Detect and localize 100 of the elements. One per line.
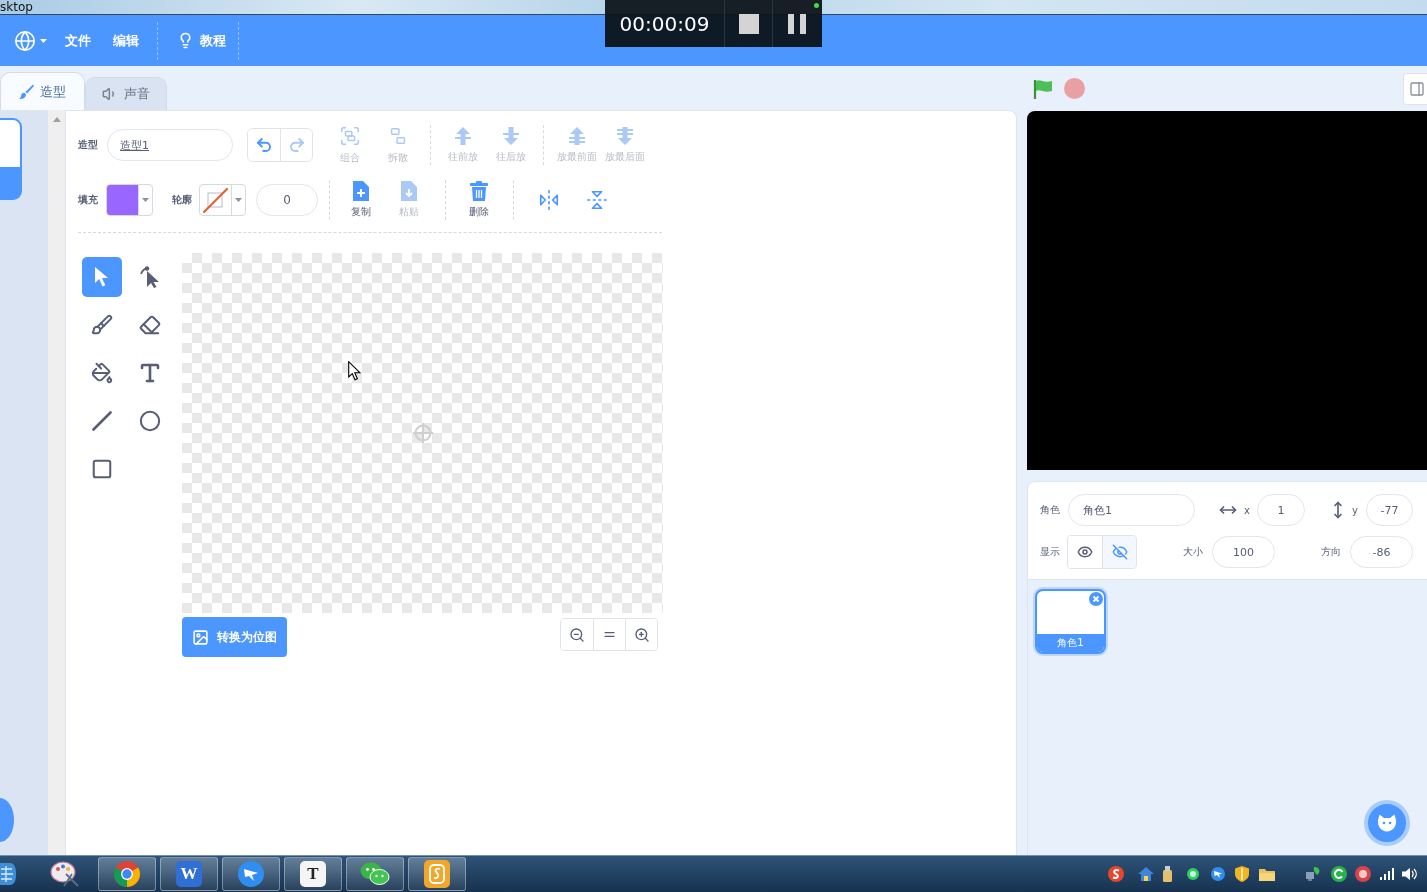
flip-vertical-icon xyxy=(586,189,608,211)
editor-tab[interactable]: 造型 xyxy=(0,72,85,110)
swirl-badge-icon[interactable] xyxy=(1108,866,1124,882)
field-label: 大小 xyxy=(1183,545,1204,559)
field-label: y xyxy=(1352,504,1359,516)
volume-icon[interactable] xyxy=(1402,867,1417,881)
eraser-icon xyxy=(139,314,161,336)
type-icon xyxy=(138,361,162,385)
cursor-badge-icon xyxy=(238,861,264,887)
flag-icon[interactable] xyxy=(1033,78,1053,99)
scroll-up-icon xyxy=(52,117,61,122)
direction-input[interactable]: -86 xyxy=(1350,536,1413,568)
brush-icon xyxy=(91,314,113,336)
palette-icon xyxy=(50,860,80,888)
panel-icon xyxy=(1409,80,1425,97)
status-dot-icon[interactable] xyxy=(1187,868,1199,880)
menu-item[interactable]: 编辑 xyxy=(102,23,150,58)
shield-icon[interactable] xyxy=(1235,866,1249,882)
browser-icon xyxy=(114,861,140,887)
caret-icon xyxy=(142,198,149,202)
trash-icon xyxy=(470,181,488,201)
window-title: sktop xyxy=(0,0,33,14)
line-icon xyxy=(92,411,112,431)
field-label: 角色 xyxy=(1040,503,1061,517)
redo-icon xyxy=(287,136,306,154)
eye-icon xyxy=(1077,544,1093,560)
tutorials-button[interactable]: 教程 xyxy=(166,23,237,58)
taskbar-button[interactable]: W xyxy=(160,857,218,891)
arrow-up-lines-icon xyxy=(567,126,587,146)
field-label: 显示 xyxy=(1040,545,1061,559)
menu-item[interactable]: 文件 xyxy=(54,23,102,58)
caret-icon xyxy=(235,198,242,202)
close-icon[interactable] xyxy=(1089,592,1103,606)
taskbar-button[interactable] xyxy=(222,857,280,891)
flip-horizontal-icon xyxy=(538,189,560,211)
paint-bucket-icon xyxy=(91,362,113,384)
square-icon xyxy=(91,458,113,480)
field-label: x xyxy=(1244,504,1251,516)
globe-icon xyxy=(14,29,36,52)
arrow-down-lines-icon xyxy=(615,126,635,146)
pause-icon xyxy=(788,13,806,34)
file-plus-icon xyxy=(353,181,369,201)
zoom-in-button[interactable] xyxy=(625,619,657,650)
delete-button[interactable]: 删除 xyxy=(455,180,503,220)
refresh-icon[interactable] xyxy=(1331,866,1347,882)
taskbar-button[interactable]: T xyxy=(284,857,342,891)
y-input[interactable]: -77 xyxy=(1366,494,1413,526)
zoom-out-icon xyxy=(569,626,585,643)
field-label: 造型 xyxy=(78,138,99,152)
text-app-icon: T xyxy=(300,861,326,887)
caret-icon xyxy=(40,38,47,43)
add-sprite-button[interactable] xyxy=(1364,800,1410,846)
crosshair-icon xyxy=(413,423,433,443)
folder-icon[interactable] xyxy=(1259,867,1275,881)
group-icon xyxy=(339,125,361,147)
reshape-pointer-icon xyxy=(140,266,160,288)
cat-icon xyxy=(1377,814,1397,832)
start-icon xyxy=(0,863,16,885)
image-icon xyxy=(192,628,209,646)
field-label: 填充 xyxy=(78,193,99,207)
hide-button[interactable] xyxy=(1102,536,1136,568)
stop-square-icon xyxy=(738,13,759,34)
arrow-up-icon xyxy=(453,126,473,146)
costume-tile[interactable] xyxy=(0,118,22,200)
fill-color-button[interactable] xyxy=(106,184,153,216)
monitor-leaf-icon[interactable] xyxy=(1305,866,1321,882)
document-app-icon: W xyxy=(176,861,202,887)
select-tool-button[interactable] xyxy=(82,257,122,297)
sprite-name: 角色1 xyxy=(1037,634,1104,652)
field-label: 轮廓 xyxy=(172,193,193,207)
taskbar-button[interactable] xyxy=(408,857,466,891)
zoom-in-icon xyxy=(633,626,650,643)
app-icon xyxy=(424,860,450,888)
timer-text: 00:00:09 xyxy=(605,0,725,47)
chat-icon xyxy=(360,861,390,887)
x-input[interactable]: 1 xyxy=(1257,494,1305,526)
arrow-down-icon xyxy=(501,126,521,146)
circle-icon xyxy=(139,410,161,432)
sprite-name-input[interactable]: 角色1 xyxy=(1068,494,1195,526)
outline-color-button[interactable] xyxy=(199,184,246,216)
field-label: 方向 xyxy=(1321,545,1342,559)
outline-width-input[interactable]: 0 xyxy=(256,184,318,216)
pointer-icon xyxy=(94,267,110,287)
taskbar-button[interactable] xyxy=(346,857,404,891)
convert-to-bitmap-button[interactable]: 转换为位图 xyxy=(182,617,287,657)
record-icon[interactable] xyxy=(1355,866,1371,882)
size-input[interactable]: 100 xyxy=(1212,536,1275,568)
eye-off-icon xyxy=(1111,544,1128,560)
sprite-tile[interactable]: 角色1 xyxy=(1033,587,1108,656)
copy-button[interactable]: 复制 xyxy=(337,180,385,220)
home-icon[interactable] xyxy=(1138,866,1154,882)
undo-icon xyxy=(255,136,273,154)
cursor-badge-icon[interactable] xyxy=(1211,867,1225,881)
editor-tab[interactable]: 声音 xyxy=(85,77,167,110)
brush-icon xyxy=(19,84,34,99)
taskbar-button[interactable] xyxy=(98,857,156,891)
signal-icon[interactable] xyxy=(1380,868,1394,880)
costume-name-input[interactable]: 造型1 xyxy=(107,129,233,161)
usb-drive-icon[interactable] xyxy=(1163,866,1172,882)
file-down-icon xyxy=(401,181,417,201)
